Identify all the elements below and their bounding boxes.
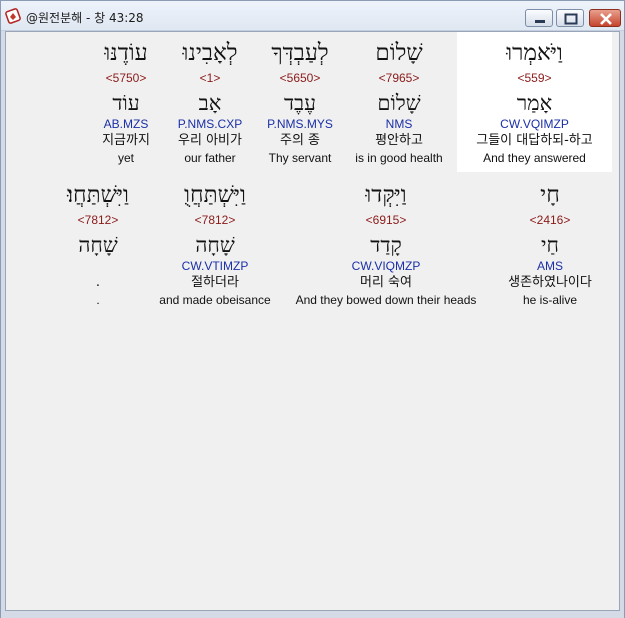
morphology-code[interactable]: AMS — [490, 258, 610, 274]
interlinear-panel[interactable]: וַיֹּאמְרוּ <559> אָמַר CW.VQIMZP 그들이 대답… — [5, 31, 620, 611]
title-bar[interactable]: @원전분해 - 창 43:28 — [1, 1, 624, 31]
word-cell[interactable]: וַיִּשְׁתַּחֲוּ׃ <7812> שָׁחָה . . — [50, 174, 146, 314]
maximize-icon — [564, 13, 578, 25]
hebrew-word: עוֹדֶנּוּ — [104, 40, 148, 66]
maximize-button[interactable] — [556, 9, 584, 27]
hebrew-word: וַיִּשְׁתַּחֲוֻ — [184, 182, 246, 208]
korean-gloss: 지금까지 — [102, 133, 150, 148]
close-icon — [600, 13, 612, 25]
lemma: שָׁחָה — [78, 233, 118, 257]
english-gloss: our father — [184, 151, 236, 165]
word-cell[interactable]: וַיִּשְׁתַּחֲוֻ <7812> שָׁחָה CW.VTIMZP … — [152, 174, 278, 314]
strong-number[interactable]: <7812> — [50, 212, 146, 228]
morphology-code[interactable]: AB.MZS — [90, 116, 162, 132]
lemma: קָדַד — [370, 233, 402, 257]
strong-number[interactable]: <5750> — [90, 70, 162, 86]
app-window: @원전분해 - 창 43:28 וַיֹּאמְרוּ <559> אָמַר … — [0, 0, 625, 618]
strong-number[interactable]: <5650> — [258, 70, 342, 86]
morphology-code[interactable]: CW.VQIMZP — [457, 116, 612, 132]
korean-gloss: . — [95, 275, 101, 290]
word-cell[interactable]: עוֹדֶנּוּ <5750> עוֹד AB.MZS 지금까지 yet — [90, 32, 162, 172]
morphology-code[interactable]: CW.VIQMZP — [286, 258, 486, 274]
minimize-icon — [535, 20, 545, 23]
hebrew-word: לְעַבְדְּךָ — [271, 40, 329, 66]
minimize-button[interactable] — [525, 9, 553, 27]
word-cell[interactable]: לְאָבִינוּ <1> אָב P.NMS.CXP 우리 아비가 our … — [166, 32, 254, 172]
english-gloss: is in good health — [355, 151, 443, 165]
word-cell[interactable]: וַיֹּאמְרוּ <559> אָמַר CW.VQIMZP 그들이 대답… — [457, 32, 612, 172]
window-bottom-border — [1, 611, 624, 618]
lemma: חַי — [541, 233, 559, 257]
korean-gloss: 그들이 대답하되-하고 — [476, 133, 593, 148]
morphology-code[interactable]: NMS — [344, 116, 454, 132]
word-cell[interactable]: חָי <2416> חַי AMS 생존하였나이다 he is-alive — [490, 174, 610, 314]
korean-gloss: 머리 숙여 — [360, 275, 412, 290]
english-gloss: and made obeisance — [159, 293, 271, 307]
strong-number[interactable]: <559> — [457, 70, 612, 86]
english-gloss: Thy servant — [268, 151, 332, 165]
english-gloss: And they bowed down their heads — [295, 293, 477, 307]
strong-number[interactable]: <7965> — [344, 70, 454, 86]
morphology-code[interactable]: P.NMS.MYS — [258, 116, 342, 132]
lemma: אָב — [198, 91, 222, 115]
lemma: עוֹד — [112, 91, 140, 115]
hebrew-word: וַיִּקְּדוּ — [365, 182, 407, 208]
english-gloss: And they answered — [483, 151, 586, 165]
korean-gloss: 주의 종 — [279, 133, 320, 148]
english-gloss: he is-alive — [522, 293, 578, 307]
hebrew-word: שָׁלוֹם — [375, 40, 423, 66]
strong-number[interactable]: <2416> — [490, 212, 610, 228]
english-gloss: yet — [117, 151, 134, 165]
lemma: עֶבֶד — [283, 91, 317, 115]
lemma: שָׁחָה — [195, 233, 235, 257]
korean-gloss: 절하더라 — [191, 275, 239, 290]
korean-gloss: 평안하고 — [375, 133, 423, 148]
strong-number[interactable]: <7812> — [152, 212, 278, 228]
english-gloss: . — [96, 293, 100, 307]
lemma: אָמַר — [516, 91, 553, 115]
korean-gloss: 우리 아비가 — [178, 133, 242, 148]
window-title: @원전분해 - 창 43:28 — [26, 11, 144, 25]
hebrew-word: לְאָבִינוּ — [182, 40, 238, 66]
morphology-code[interactable] — [50, 258, 146, 274]
lemma: שָׁלוֹם — [377, 91, 421, 115]
morphology-code[interactable]: CW.VTIMZP — [152, 258, 278, 274]
korean-gloss: 생존하였나이다 — [508, 275, 592, 290]
strong-number[interactable]: <1> — [166, 70, 254, 86]
hebrew-word: חָי — [540, 182, 560, 208]
word-cell[interactable]: שָׁלוֹם <7965> שָׁלוֹם NMS 평안하고 is in go… — [344, 32, 454, 172]
strong-number[interactable]: <6915> — [286, 212, 486, 228]
hebrew-word: וַיֹּאמְרוּ — [506, 40, 563, 66]
bible-app-icon[interactable] — [5, 8, 21, 24]
word-cell[interactable]: וַיִּקְּדוּ <6915> קָדַד CW.VIQMZP 머리 숙여… — [286, 174, 486, 314]
word-cell[interactable]: לְעַבְדְּךָ <5650> עֶבֶד P.NMS.MYS 주의 종 … — [258, 32, 342, 172]
hebrew-word: וַיִּשְׁתַּחֲוּ׃ — [67, 182, 129, 208]
morphology-code[interactable]: P.NMS.CXP — [166, 116, 254, 132]
close-button[interactable] — [589, 9, 621, 27]
